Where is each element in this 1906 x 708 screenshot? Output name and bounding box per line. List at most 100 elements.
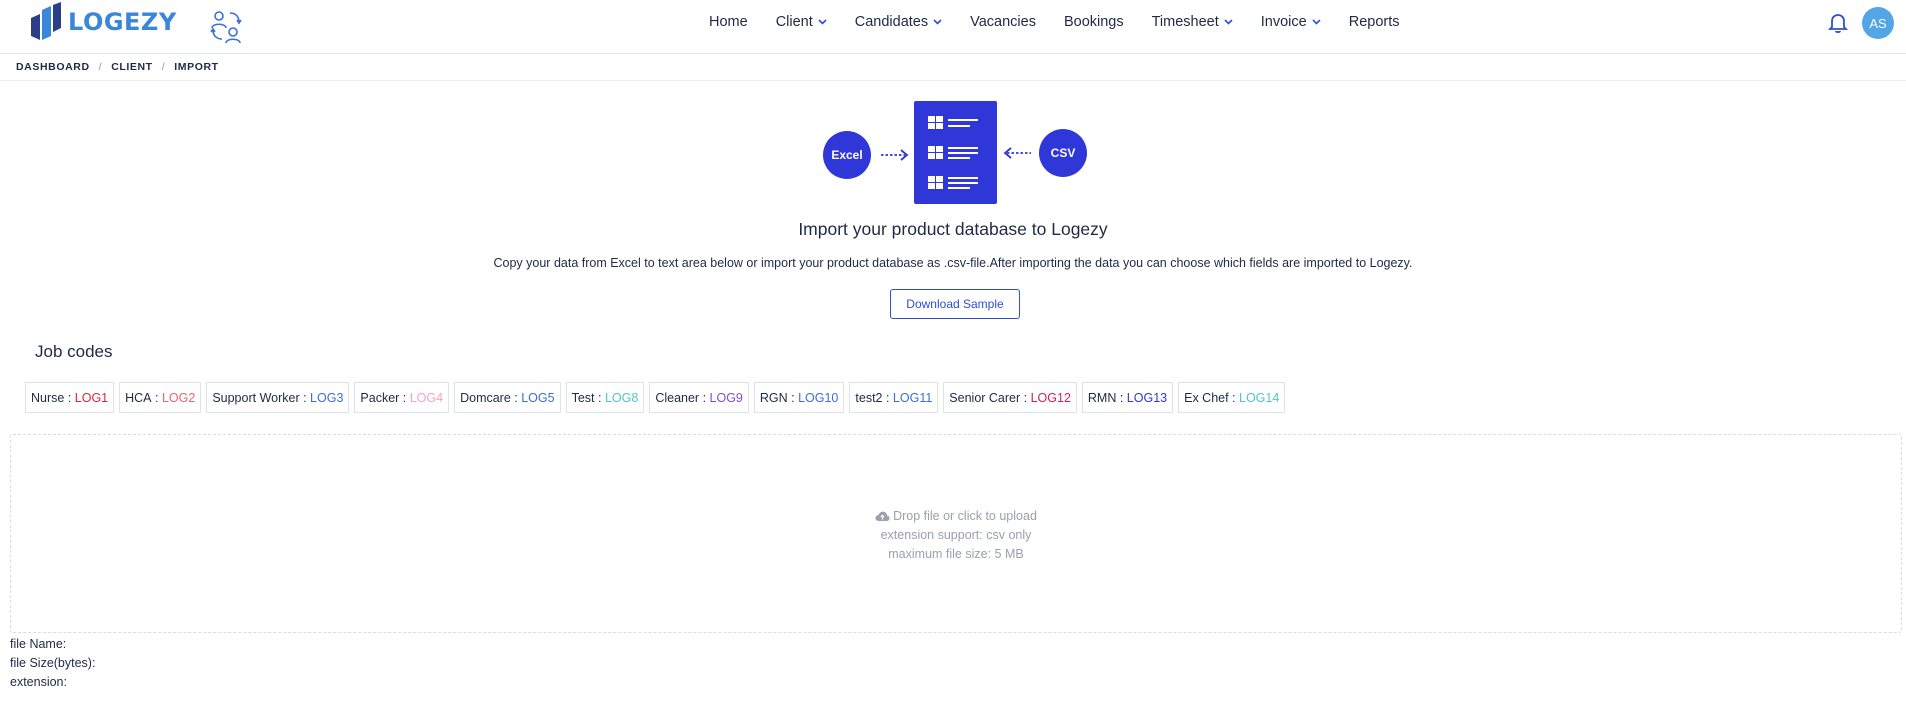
switch-user-icon[interactable]: [208, 8, 244, 49]
nav-label: Client: [775, 14, 813, 30]
arrow-right-icon: [881, 149, 909, 161]
nav-invoice[interactable]: Invoice: [1261, 14, 1321, 30]
job-code-value: LOG5: [521, 390, 555, 405]
nav-label: Timesheet: [1151, 14, 1219, 30]
job-code-value: LOG9: [709, 390, 743, 405]
file-info: file Name: file Size(bytes): extension:: [10, 635, 95, 692]
job-code-name: Ex Chef: [1184, 390, 1229, 405]
logezy-logo-icon: [31, 2, 61, 40]
job-code-separator: :: [510, 390, 522, 405]
excel-circle: Excel: [823, 131, 871, 179]
job-code-name: test2: [855, 390, 883, 405]
job-code-separator: :: [699, 390, 710, 405]
job-codes-list: Nurse : LOG1 HCA : LOG2 Support Worker : L…: [25, 382, 1290, 413]
job-code-value: LOG2: [161, 390, 196, 405]
arrow-left-icon: [1003, 147, 1031, 159]
cloud-upload-icon: [875, 511, 890, 521]
job-code-value: LOG1: [74, 390, 109, 405]
job-code-separator: :: [882, 390, 893, 405]
job-code-chip: Domcare : LOG5: [454, 382, 561, 413]
nav-timesheet[interactable]: Timesheet: [1152, 14, 1233, 30]
chevron-down-icon: [933, 19, 942, 25]
job-code-value: LOG8: [604, 390, 639, 405]
dropzone-text: Drop file or click to upload extension s…: [11, 507, 1901, 564]
job-code-chip: Cleaner : LOG9: [649, 382, 749, 413]
job-code-separator: :: [1116, 390, 1127, 405]
job-code-name: HCA: [125, 390, 152, 405]
job-code-chip: Test : LOG8: [565, 382, 645, 413]
page-title: Import your product database to Logezy: [798, 219, 1108, 239]
job-code-chip: Support Worker : LOG3: [206, 382, 350, 413]
nav-bookings[interactable]: Bookings: [1064, 14, 1124, 30]
job-code-separator: :: [64, 390, 75, 405]
document-icon: [914, 101, 997, 204]
file-size-label: file Size(bytes):: [10, 656, 96, 670]
dropzone-line2: extension support: csv only: [880, 528, 1032, 542]
logo-text: LOGEZY: [68, 8, 177, 36]
breadcrumb-dashboard[interactable]: DASHBOARD: [16, 61, 90, 73]
notification-bell-icon[interactable]: [1827, 12, 1849, 39]
dropzone-line3: maximum file size: 5 MB: [888, 547, 1024, 561]
job-code-separator: :: [594, 390, 605, 405]
file-dropzone[interactable]: Drop file or click to upload extension s…: [10, 434, 1902, 633]
user-avatar[interactable]: AS: [1862, 7, 1894, 39]
file-extension-label: extension:: [10, 675, 67, 689]
nav-candidates[interactable]: Candidates: [855, 14, 942, 30]
job-code-name: Nurse: [31, 390, 65, 405]
nav-reports[interactable]: Reports: [1349, 14, 1400, 30]
job-code-name: Senior Carer: [949, 390, 1021, 405]
top-header: LOGEZY Home Client Candidates Vacancies Book…: [0, 0, 1906, 54]
job-code-name: RMN: [1087, 390, 1117, 405]
job-code-chip: RGN : LOG10: [753, 382, 845, 413]
job-code-chip: RMN : LOG13: [1081, 382, 1174, 413]
job-code-value: LOG4: [409, 390, 444, 405]
job-code-value: LOG3: [310, 390, 344, 405]
job-code-value: LOG11: [892, 390, 933, 405]
import-illustration: Excel CSV: [820, 100, 1090, 205]
breadcrumb-separator: /: [161, 61, 166, 73]
csv-circle: CSV: [1039, 129, 1087, 177]
breadcrumb-separator: /: [98, 61, 103, 73]
job-code-name: RGN: [759, 390, 788, 405]
breadcrumb-divider: [0, 80, 1906, 81]
download-sample-button[interactable]: Download Sample: [890, 289, 1020, 319]
job-code-chip: Ex Chef : LOG14: [1178, 382, 1286, 413]
nav-vacancies[interactable]: Vacancies: [970, 14, 1036, 30]
job-code-name: Cleaner: [655, 390, 700, 405]
nav-label: Home: [709, 14, 748, 30]
import-description: Copy your data from Excel to text area b…: [493, 256, 1413, 270]
logo[interactable]: LOGEZY: [28, 2, 177, 42]
nav-client[interactable]: Client: [776, 14, 827, 30]
job-code-separator: :: [299, 390, 311, 405]
job-code-value: LOG13: [1126, 390, 1168, 405]
job-code-name: Packer: [360, 390, 400, 405]
breadcrumb-client[interactable]: CLIENT: [111, 61, 153, 73]
job-code-value: LOG12: [1030, 390, 1071, 405]
dropzone-line1: Drop file or click to upload: [893, 509, 1037, 523]
job-code-name: Domcare: [460, 390, 511, 405]
chevron-down-icon: [1224, 19, 1233, 25]
job-code-chip: Nurse : LOG1: [25, 382, 115, 413]
job-code-separator: :: [1228, 390, 1239, 405]
nav-label: Candidates: [854, 14, 929, 30]
breadcrumb: DASHBOARD / CLIENT / IMPORT: [16, 61, 219, 73]
job-codes-title: Job codes: [35, 342, 113, 361]
job-code-chip: test2 : LOG11: [849, 382, 939, 413]
nav-label: Reports: [1348, 14, 1400, 30]
chevron-down-icon: [1312, 19, 1321, 25]
breadcrumb-import: IMPORT: [174, 61, 219, 73]
job-code-separator: :: [151, 390, 162, 405]
nav-label: Vacancies: [970, 14, 1036, 30]
job-code-chip: Packer : LOG4: [354, 382, 450, 413]
nav-label: Invoice: [1260, 14, 1307, 30]
main-nav: Home Client Candidates Vacancies Bookings Tim…: [709, 0, 1428, 44]
nav-label: Bookings: [1063, 14, 1124, 30]
job-code-name: Support Worker: [212, 390, 300, 405]
chevron-down-icon: [818, 19, 827, 25]
job-code-chip: HCA : LOG2: [119, 382, 202, 413]
nav-home[interactable]: Home: [709, 14, 748, 30]
job-code-value: LOG10: [798, 390, 839, 405]
file-name-label: file Name:: [10, 637, 67, 651]
job-code-separator: :: [787, 390, 799, 405]
job-code-name: Test: [571, 390, 595, 405]
